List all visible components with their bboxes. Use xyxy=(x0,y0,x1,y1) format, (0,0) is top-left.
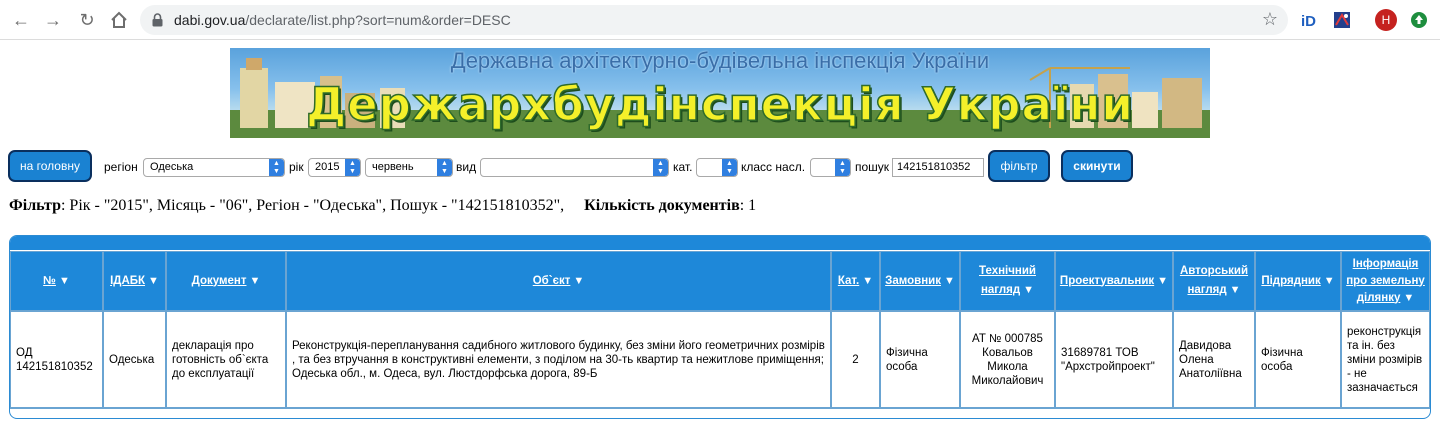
cell-num: ОД 142151810352 xyxy=(10,311,103,408)
lock-icon xyxy=(152,13,163,27)
category-label: кат. xyxy=(673,160,693,174)
region-select[interactable]: Одеська ▲ ▼ xyxy=(143,158,285,177)
search-input[interactable]: 142151810352 xyxy=(892,158,984,177)
cell-object: Реконструкція-перепланування садибного ж… xyxy=(286,311,831,408)
svg-text:iD: iD xyxy=(1301,13,1316,30)
sort-arrow-icon: ▼ xyxy=(58,274,70,287)
back-arrow-icon[interactable]: ← xyxy=(10,9,32,31)
cell-tech-supervision: АТ № 000785 Ковальов Микола Миколайович xyxy=(960,311,1055,408)
header-designer[interactable]: Проектувальник ▼ xyxy=(1055,251,1173,311)
sort-arrow-icon: ▼ xyxy=(1023,284,1035,296)
sort-arrow-icon: ▼ xyxy=(1157,274,1169,287)
region-label: регіон xyxy=(104,160,138,174)
header-num[interactable]: № ▼ xyxy=(10,251,103,311)
table-bottom-divider xyxy=(10,408,1430,409)
extension-icon[interactable] xyxy=(1332,10,1352,30)
cell-author-supervision: Давидова Олена Анатоліївна xyxy=(1173,311,1255,408)
year-select[interactable]: 2015 ▲ ▼ xyxy=(308,158,361,177)
header-document[interactable]: Документ ▼ xyxy=(166,251,286,311)
cell-contractor: Фізична особа xyxy=(1255,311,1341,408)
table-top-bar xyxy=(10,236,1430,250)
cell-idabk: Одеська xyxy=(103,311,166,408)
site-banner: Державна архітектурно-будівельна інспекц… xyxy=(230,48,1210,138)
filter-toolbar: на головну регіон Одеська ▲ ▼ рік 2015 ▲ ▼ ч… xyxy=(0,150,1440,184)
reload-icon[interactable]: ↻ xyxy=(76,9,98,31)
category-select[interactable]: ▲ ▼ xyxy=(696,158,738,177)
header-object[interactable]: Об`єкт ▼ xyxy=(286,251,831,311)
filter-summary-text: : Рік - "2015", Місяць - "06", Регіон - … xyxy=(60,197,565,214)
header-author-supervision[interactable]: Авторський нагляд ▼ xyxy=(1173,251,1255,311)
filter-button[interactable]: фільтр xyxy=(988,150,1050,182)
browser-toolbar: ← → ↻ dabi.gov.ua/declarate/list.php?sor… xyxy=(0,0,1440,40)
reset-button[interactable]: скинути xyxy=(1061,150,1133,182)
cell-document: декларація про готовність об`єкта до екс… xyxy=(166,311,286,408)
cell-designer: 31689781 ТОВ "Архстройпроект" xyxy=(1055,311,1173,408)
sort-arrow-icon: ▼ xyxy=(1403,291,1415,304)
address-bar[interactable]: dabi.gov.ua/declarate/list.php?sort=num&… xyxy=(140,5,1288,35)
banner-subtitle: Державна архітектурно-будівельна інспекц… xyxy=(450,48,990,73)
header-customer[interactable]: Замовник ▼ xyxy=(880,251,960,311)
class-label: класс насл. xyxy=(741,160,806,174)
document-count-label: Кількість документів xyxy=(584,197,740,214)
header-idabk[interactable]: ІДАБК ▼ xyxy=(103,251,166,311)
forward-arrow-icon[interactable]: → xyxy=(42,9,64,31)
class-select[interactable]: ▲ ▼ xyxy=(810,158,851,177)
header-category[interactable]: Кат. ▼ xyxy=(831,251,880,311)
search-label: пошук xyxy=(855,160,890,174)
year-label: рік xyxy=(289,160,304,174)
sort-arrow-icon: ▼ xyxy=(249,274,261,287)
url-text: dabi.gov.ua/declarate/list.php?sort=num&… xyxy=(174,12,511,28)
banner-title: Держархбудінспекція України xyxy=(305,77,1134,132)
document-count-value: : 1 xyxy=(739,197,757,214)
filter-summary-label: Фільтр xyxy=(9,197,61,214)
cell-category: 2 xyxy=(831,311,880,408)
sort-arrow-icon: ▼ xyxy=(573,274,585,287)
bookmark-star-icon[interactable]: ☆ xyxy=(1262,9,1278,30)
cell-land-info: реконструкція та ін. без зміни розмірів … xyxy=(1341,311,1430,408)
sort-arrow-icon: ▼ xyxy=(943,274,955,287)
filter-summary: Фільтр: Рік - "2015", Місяць - "06", Рег… xyxy=(9,197,756,215)
type-select[interactable]: ▲ ▼ xyxy=(480,158,669,177)
sort-arrow-icon: ▼ xyxy=(1323,274,1335,287)
month-select[interactable]: червень ▲ ▼ xyxy=(365,158,453,177)
header-contractor[interactable]: Підрядник ▼ xyxy=(1255,251,1341,311)
type-label: вид xyxy=(456,160,477,174)
header-land-info[interactable]: Інформація про земельну ділянку ▼ xyxy=(1341,251,1430,311)
sort-arrow-icon: ▼ xyxy=(862,274,874,287)
header-tech-supervision[interactable]: Технічний нагляд ▼ xyxy=(960,251,1055,311)
profile-avatar[interactable]: H xyxy=(1375,9,1397,31)
home-button[interactable]: на головну xyxy=(8,150,92,182)
sort-arrow-icon: ▼ xyxy=(148,274,159,287)
update-icon[interactable] xyxy=(1410,11,1428,31)
home-icon[interactable] xyxy=(108,9,130,31)
cell-customer: Фізична особа xyxy=(880,311,960,408)
id-extension-icon[interactable]: iD xyxy=(1300,10,1320,30)
sort-arrow-icon: ▼ xyxy=(1229,284,1241,296)
declarations-table: № ▼ ІДАБК ▼ Документ ▼ Об`єкт ▼ Кат. ▼ Замовн… xyxy=(9,235,1431,419)
